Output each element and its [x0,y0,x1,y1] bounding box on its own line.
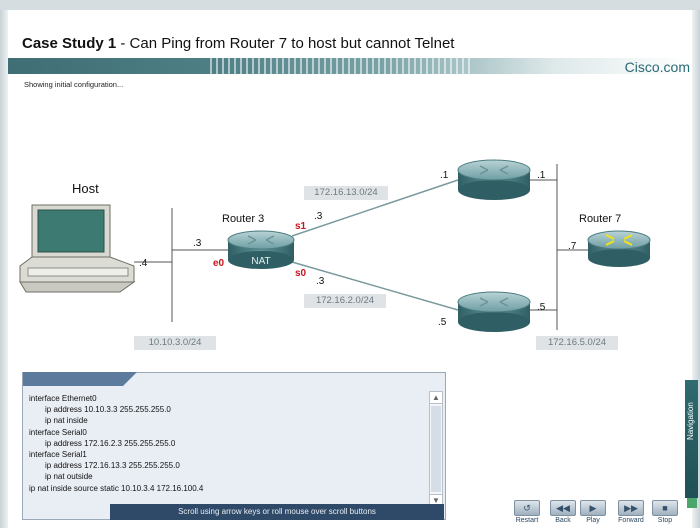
forward-button[interactable]: ▶▶ Forward [616,500,646,526]
scroll-up-button[interactable]: ▲ [430,392,442,404]
navigation-label: Navigation [686,402,695,440]
subnet-top-badge: 172.16.13.0/24 [304,186,388,200]
bottom-router-left-ip: .5 [438,317,447,328]
app-frame: Case Study 1 - Can Ping from Router 7 to… [0,0,700,528]
r3-e0-ip-label: .3 [193,238,202,249]
status-indicator [687,498,697,508]
config-line: ip address 172.16.13.3 255.255.255.0 [45,461,180,471]
router7-label: Router 7 [579,213,621,225]
forward-label: Forward [618,517,644,524]
back-button[interactable]: ◀◀ Back [548,500,578,526]
host-computer-icon [19,204,136,293]
host-label: Host [72,181,99,196]
config-line: interface Serial1 [29,450,87,460]
navigation-tab[interactable]: Navigation [685,380,698,498]
host-ip-label: .4 [139,258,148,269]
restart-button[interactable]: ↺ Restart [512,500,542,526]
config-text: interface Ethernet0 ip address 10.10.3.3 … [29,393,203,494]
router3-nat-label: NAT [251,256,270,267]
playback-controls: ↺ Restart ◀◀ Back ▶ Play ▶▶ Forward ■ St… [512,500,684,528]
router3-label: Router 3 [222,213,264,225]
iface-s0-label: s0 [295,268,307,279]
subnet-right-badge: 172.16.5.0/24 [536,336,618,350]
back-label: Back [555,517,571,524]
top-router-left-ip: .1 [440,170,449,181]
config-line: ip nat inside [45,416,88,426]
config-line: ip address 172.16.2.3 255.255.255.0 [45,438,176,448]
scroll-thumb[interactable] [431,406,441,492]
config-line: interface Serial0 [29,427,87,437]
chevron-up-icon: ▲ [432,393,440,402]
config-line: interface Ethernet0 [29,394,97,403]
iface-s1-label: s1 [295,221,307,232]
subnet-bottom-badge: 172.16.2.0/24 [304,294,386,308]
config-scrollbar[interactable]: ▲ ▼ [429,391,443,507]
play-label: Play [586,517,600,524]
r7-ip-label: .7 [568,241,577,252]
stop-icon: ■ [652,500,678,516]
restart-icon: ↺ [514,500,540,516]
play-icon: ▶ [580,500,606,516]
scroll-hint: Scroll using arrow keys or roll mouse ov… [110,504,444,520]
bottom-router-icon [457,291,531,332]
config-panel-tab [23,372,137,386]
r3-s1-ip-label: .3 [314,211,323,222]
play-button[interactable]: ▶ Play [578,500,608,526]
top-router-icon [457,159,531,200]
config-line: ip nat outside [45,472,93,482]
router7-icon [587,230,651,267]
restart-label: Restart [515,517,539,524]
config-panel: interface Ethernet0 ip address 10.10.3.3 … [22,372,446,520]
stop-label: Stop [657,517,673,524]
forward-icon: ▶▶ [618,500,644,516]
top-router-right-ip: .1 [537,170,546,181]
r3-s0-ip-label: .3 [316,276,325,287]
back-icon: ◀◀ [550,500,576,516]
bottom-router-right-ip: .5 [537,302,546,313]
stop-button[interactable]: ■ Stop [650,500,680,526]
config-line: ip nat inside source static 10.10.3.4 17… [29,483,204,493]
iface-e0-label: e0 [213,258,225,269]
subnet-lan-badge: 10.10.3.0/24 [134,336,216,350]
config-line: ip address 10.10.3.3 255.255.255.0 [45,405,171,415]
